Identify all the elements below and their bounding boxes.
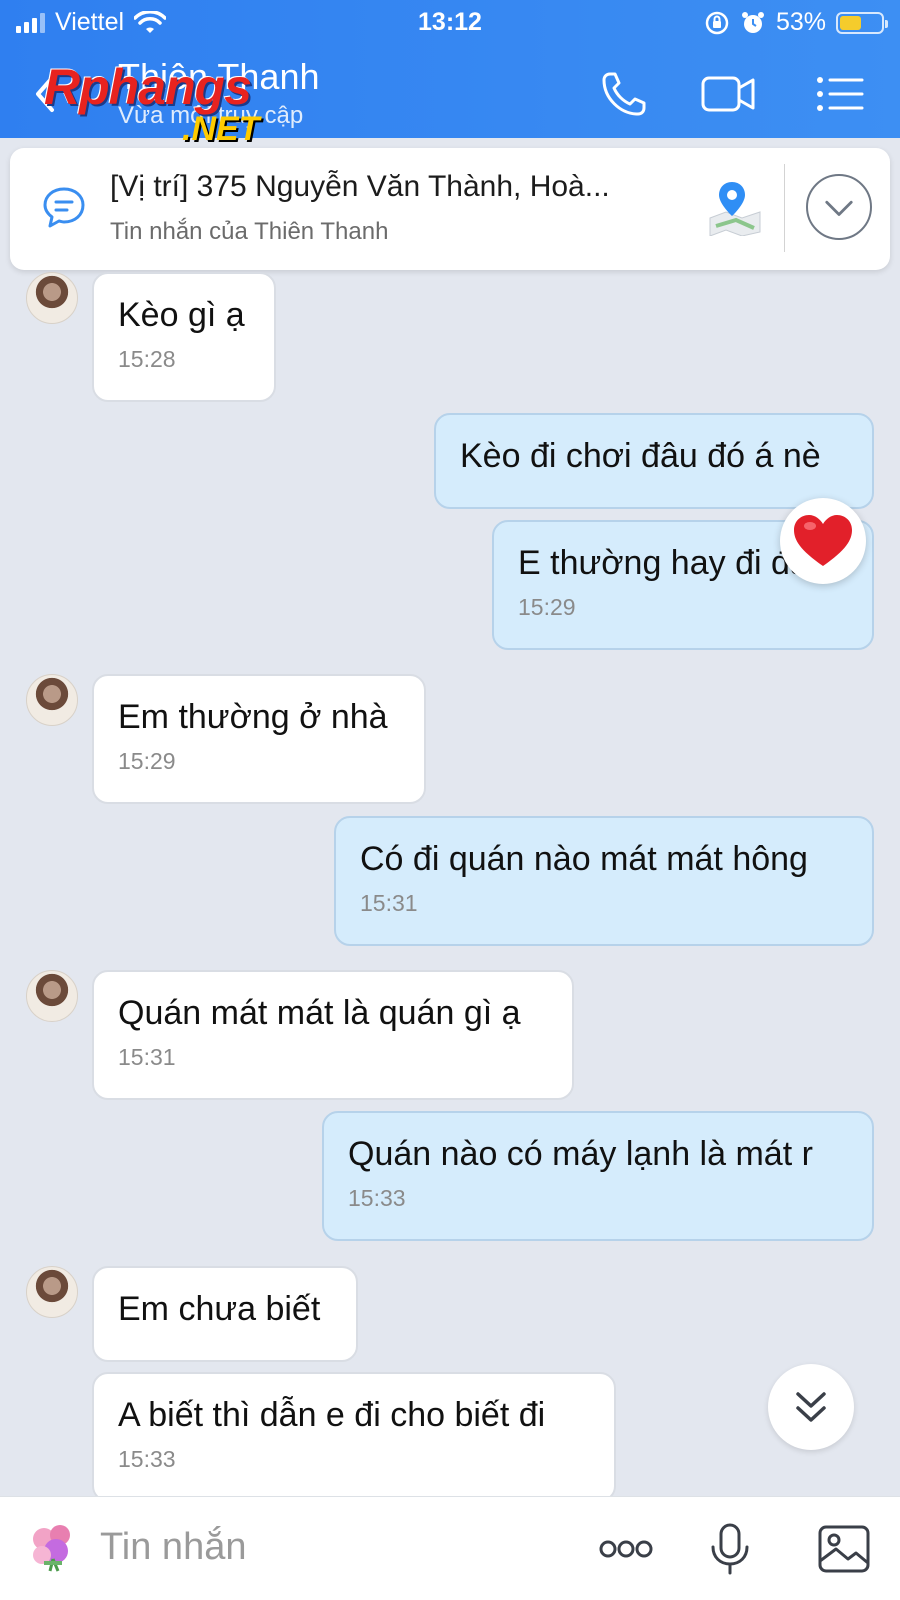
- message-bubble-incoming[interactable]: Em thường ở nhà 15:29: [92, 674, 426, 804]
- message-composer: [0, 1496, 900, 1600]
- pinned-message-card[interactable]: [Vị trí] 375 Nguyễn Văn Thành, Hoà... Ti…: [10, 148, 890, 270]
- battery-percent: 53%: [775, 8, 826, 36]
- message-time: 15:29: [518, 594, 576, 620]
- pinned-divider: [784, 164, 785, 252]
- message-text: Quán nào có máy lạnh là mát r: [348, 1135, 813, 1173]
- status-bar: Viettel 13:12 53%: [0, 0, 900, 44]
- message-time: 15:29: [118, 748, 176, 774]
- message-text: Kèo gì ạ: [118, 296, 245, 334]
- double-chevron-down-icon: [796, 1392, 826, 1422]
- watermark-logo: Rphangs .NET: [44, 59, 260, 148]
- menu-list-icon[interactable]: [812, 66, 868, 122]
- chat-header: Viettel 13:12 53% Thiên Thanh Vừa mới tr…: [0, 0, 900, 148]
- message-time: 15:31: [360, 890, 418, 916]
- message-text: Quán mát mát là quán gì ạ: [118, 994, 521, 1032]
- battery-icon: [836, 11, 888, 34]
- message-bubble-outgoing[interactable]: Quán nào có máy lạnh là mát r 15:33: [322, 1111, 874, 1241]
- nav-row: Thiên Thanh Vừa mới truy cập Rphangs .NE…: [0, 50, 900, 148]
- pinned-title: [Vị trí] 375 Nguyễn Văn Thành, Hoà...: [110, 170, 610, 203]
- message-time: 15:33: [348, 1185, 406, 1211]
- battery-level: [840, 15, 862, 30]
- chat-bubble-icon: [43, 187, 85, 228]
- message-bubble-incoming[interactable]: Kèo gì ạ 15:28: [92, 272, 276, 402]
- sticker-icon[interactable]: [26, 1519, 80, 1573]
- contact-avatar[interactable]: [26, 1266, 78, 1318]
- heart-icon: [794, 515, 852, 566]
- message-bubble-outgoing[interactable]: Kèo đi chơi đâu đó á nè: [434, 413, 874, 509]
- heart-reaction-badge[interactable]: [780, 498, 866, 584]
- contact-avatar[interactable]: [26, 674, 78, 726]
- message-bubble-incoming[interactable]: Em chưa biết: [92, 1266, 358, 1362]
- microphone-icon[interactable]: [702, 1521, 758, 1577]
- video-call-icon[interactable]: [700, 66, 756, 122]
- scroll-to-bottom-button[interactable]: [768, 1364, 854, 1450]
- message-time: 15:31: [118, 1044, 176, 1070]
- message-bubble-incoming[interactable]: A biết thì dẫn e đi cho biết đi 15:33: [92, 1372, 616, 1502]
- message-bubble-incoming[interactable]: Quán mát mát là quán gì ạ 15:31: [92, 970, 574, 1100]
- message-bubble-outgoing[interactable]: Có đi quán nào mát mát hông 15:31: [334, 816, 874, 946]
- message-text: Kèo đi chơi đâu đó á nè: [460, 437, 821, 475]
- image-icon[interactable]: [816, 1521, 872, 1577]
- contact-avatar[interactable]: [26, 970, 78, 1022]
- chevron-down-icon[interactable]: [806, 174, 872, 240]
- message-text: Em chưa biết: [118, 1290, 321, 1328]
- contact-avatar[interactable]: [26, 272, 78, 324]
- message-text: A biết thì dẫn e đi cho biết đi: [118, 1396, 546, 1434]
- message-text: Có đi quán nào mát mát hông: [360, 840, 808, 878]
- alarm-icon: [741, 11, 764, 33]
- message-input[interactable]: [100, 1519, 560, 1575]
- pinned-subtitle: Tin nhắn của Thiên Thanh: [110, 218, 389, 245]
- more-options-icon[interactable]: [598, 1521, 654, 1577]
- phone-icon[interactable]: [596, 66, 652, 122]
- rotation-lock-icon: [705, 11, 729, 34]
- location-map-icon: [709, 182, 761, 236]
- message-text: Em thường ở nhà: [118, 698, 388, 736]
- message-time: 15:28: [118, 346, 176, 372]
- message-time: 15:33: [118, 1446, 176, 1472]
